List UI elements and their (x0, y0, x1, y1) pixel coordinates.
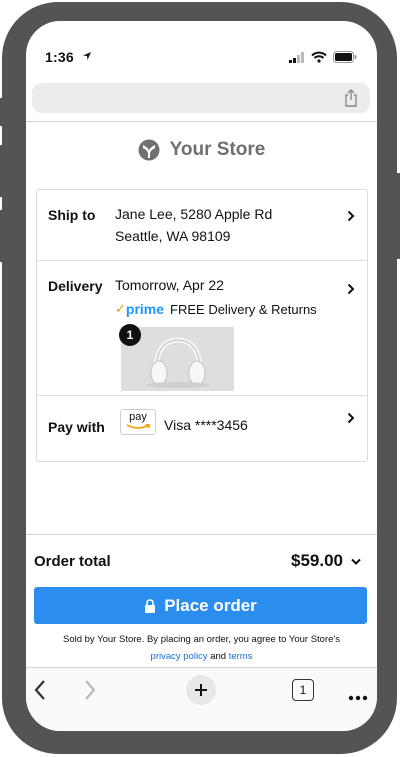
power-button (394, 173, 400, 259)
tabs-icon[interactable]: 1 (292, 679, 314, 701)
prime-delivery: ✓ prime FREE Delivery & Returns (115, 301, 317, 317)
place-order-button[interactable]: Place order (34, 587, 367, 624)
privacy-policy-link[interactable]: privacy policy (151, 651, 208, 662)
checkout-summary: Ship to Jane Lee, 5280 Apple Rd Seattle,… (36, 189, 368, 462)
pay-provider-text: pay (129, 411, 147, 423)
smile-arrow-icon (126, 424, 151, 429)
legal-text: Sold by Your Store. By placing an order,… (63, 634, 340, 645)
place-order-label: Place order (164, 595, 257, 615)
legal-notice: Sold by Your Store. By placing an order,… (26, 631, 377, 665)
lock-icon (145, 598, 156, 613)
share-icon[interactable] (344, 89, 358, 107)
store-name: Your Store (169, 139, 266, 160)
ship-to-row[interactable]: Ship to Jane Lee, 5280 Apple Rd Seattle,… (37, 190, 367, 261)
new-tab-icon (195, 684, 207, 696)
item-count-badge: 1 (119, 324, 141, 346)
prime-logo: prime (125, 301, 165, 317)
terms-link[interactable]: terms (229, 651, 253, 662)
chevron-down-icon[interactable] (351, 558, 361, 566)
delivery-label: Delivery (48, 278, 103, 294)
mute-switch (0, 98, 6, 126)
pay-logo-icon: pay (120, 409, 156, 435)
status-time: 1:36 (45, 49, 74, 65)
location-arrow-icon (83, 52, 91, 60)
signal-icon (289, 51, 304, 63)
browser-toolbar: 1 (26, 668, 377, 731)
wifi-icon (311, 51, 327, 63)
prime-check-icon: ✓ (115, 301, 126, 316)
pay-with-label: Pay with (48, 419, 105, 435)
volume-down-button (0, 210, 6, 262)
ship-to-address-line1: Jane Lee, 5280 Apple Rd (115, 206, 273, 222)
prime-delivery-text: FREE Delivery & Returns (170, 301, 317, 317)
divider (26, 121, 377, 122)
tabs-count: 1 (299, 683, 307, 697)
ship-to-address-line2: Seattle, WA 98109 (115, 228, 231, 244)
ship-to-label: Ship to (48, 207, 96, 223)
payment-row[interactable]: Pay with pay Visa ****3456 (37, 396, 367, 460)
chevron-right-icon[interactable] (347, 412, 355, 424)
legal-and: and (210, 651, 227, 662)
delivery-row[interactable]: Delivery Tomorrow, Apr 22 ✓ prime FREE D… (37, 261, 367, 396)
store-logo-icon (138, 139, 160, 161)
chevron-right-icon[interactable] (347, 210, 355, 222)
new-tab-button[interactable] (186, 675, 216, 705)
status-bar: 1:36 (26, 21, 377, 73)
chevron-right-icon[interactable] (347, 283, 355, 295)
battery-icon (333, 51, 357, 63)
store-logo: Your Store (26, 139, 377, 161)
forward-icon[interactable] (82, 678, 98, 702)
delivery-date: Tomorrow, Apr 22 (115, 277, 224, 293)
more-dots (348, 695, 368, 701)
volume-up-button (0, 145, 6, 197)
payment-card: Visa ****3456 (164, 417, 248, 433)
order-total-value[interactable]: $59.00 (291, 551, 343, 571)
phone-screen: 1:36 Your Store Ship to Jane Lee, 5280 A… (26, 21, 377, 731)
status-icons (289, 51, 357, 63)
order-total-label: Order total (34, 553, 111, 570)
more-icon[interactable] (348, 688, 368, 706)
back-icon[interactable] (32, 678, 48, 702)
divider (26, 534, 377, 535)
address-bar[interactable] (32, 83, 370, 113)
